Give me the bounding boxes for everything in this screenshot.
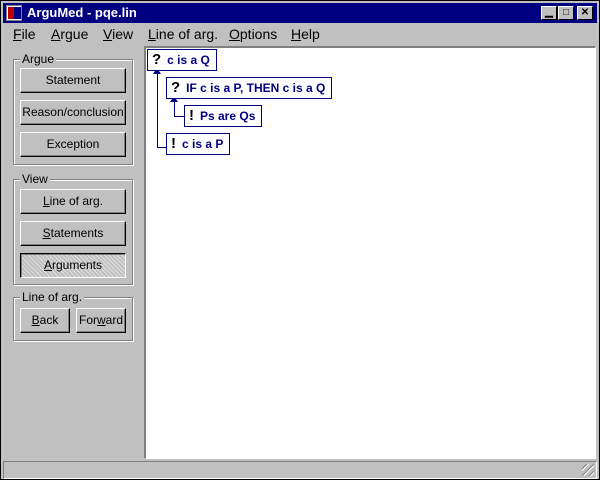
view-arguments-button[interactable]: Arguments (20, 253, 126, 278)
maximize-icon: □ (562, 7, 570, 18)
maximize-button[interactable]: □ (558, 6, 574, 20)
argue-group: Argue Statement Reason/conclusion Except… (13, 52, 133, 165)
exclamation-mark-icon: ! (171, 135, 176, 152)
view-statements-button[interactable]: Statements (20, 221, 126, 246)
forward-button[interactable]: Forward (76, 308, 126, 333)
app-window: ArguMed - pqe.lin ▁ □ ✕ File Argue View … (0, 0, 600, 480)
menu-line-of-arg[interactable]: Line of arg. (148, 26, 218, 42)
status-bar (3, 461, 597, 479)
menu-argue[interactable]: Argue (51, 26, 88, 42)
node-text: c is a P (182, 137, 224, 151)
menu-file[interactable]: File (13, 26, 36, 42)
statement-button[interactable]: Statement (20, 68, 126, 93)
menu-view[interactable]: View (103, 26, 133, 42)
view-group: View Line of arg. Statements Arguments (13, 172, 133, 285)
node-text: c is a Q (167, 53, 210, 67)
connector-line (174, 100, 175, 116)
argument-node-conclusion[interactable]: ? c is a Q (147, 49, 217, 71)
menu-help[interactable]: Help (291, 26, 320, 42)
view-line-of-arg-button[interactable]: Line of arg. (20, 189, 126, 214)
argument-node-backing[interactable]: ! Ps are Qs (184, 105, 263, 127)
connector-line (174, 116, 184, 117)
connector-line (157, 72, 158, 147)
left-panel: Argue Statement Reason/conclusion Except… (5, 45, 142, 459)
exception-button[interactable]: Exception (20, 132, 126, 157)
menu-bar: File Argue View Line of arg. Options Hel… (3, 24, 597, 44)
line-of-arg-group-label: Line of arg. (20, 290, 85, 304)
close-button[interactable]: ✕ (577, 6, 593, 20)
argue-group-label: Argue (20, 52, 57, 66)
connector-line (157, 147, 166, 148)
node-text: IF c is a P, THEN c is a Q (186, 81, 326, 95)
line-of-arg-group: Line of arg. Back Forward (13, 290, 133, 341)
question-mark-icon: ? (152, 51, 162, 68)
argument-canvas[interactable]: ? c is a Q ? IF c is a P, THEN c is a Q ! P… (144, 46, 596, 459)
minimize-button[interactable]: ▁ (541, 6, 557, 20)
resize-grip-icon[interactable] (582, 464, 594, 476)
argumed-app-icon[interactable] (6, 5, 22, 21)
question-mark-icon: ? (171, 79, 181, 96)
node-text: Ps are Qs (200, 109, 256, 123)
argument-node-datum[interactable]: ! c is a P (166, 133, 231, 155)
exclamation-mark-icon: ! (189, 107, 194, 124)
view-group-label: View (20, 172, 50, 186)
reason-conclusion-button[interactable]: Reason/conclusion (20, 100, 126, 125)
title-bar[interactable]: ArguMed - pqe.lin ▁ □ ✕ (3, 3, 597, 23)
close-icon: ✕ (580, 7, 590, 18)
minimize-icon: ▁ (545, 7, 553, 18)
argument-node-warrant[interactable]: ? IF c is a P, THEN c is a Q (166, 77, 333, 99)
back-button[interactable]: Back (20, 308, 70, 333)
menu-options[interactable]: Options (229, 26, 277, 42)
window-title: ArguMed - pqe.lin (27, 5, 137, 20)
